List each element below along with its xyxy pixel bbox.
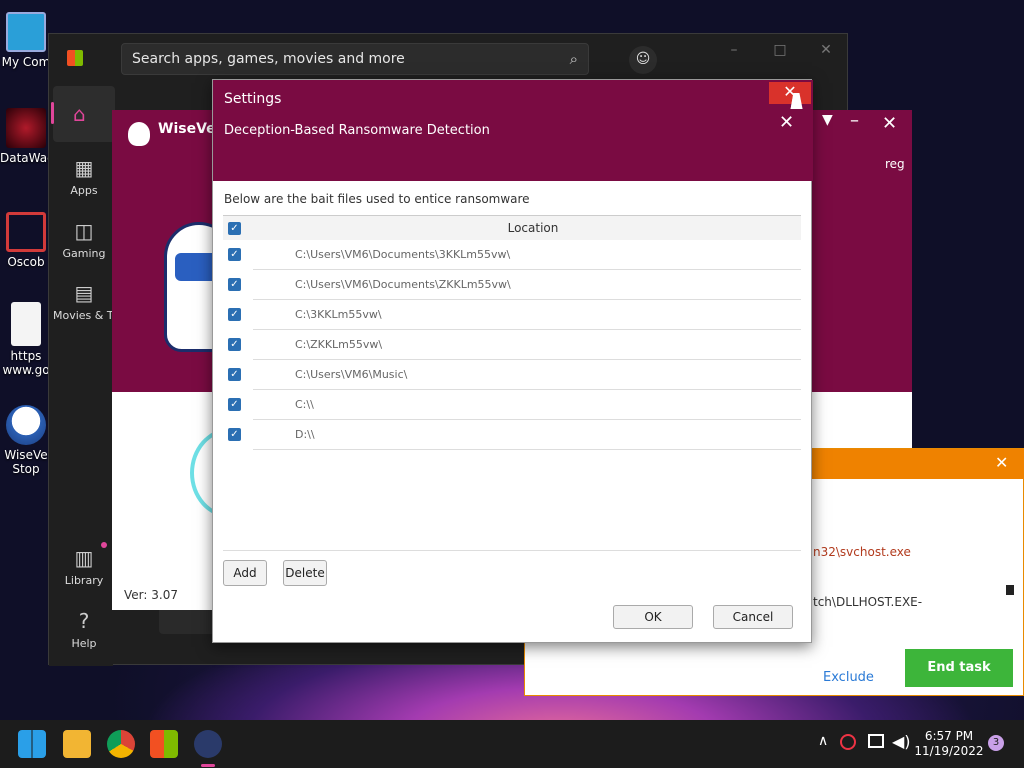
- taskbar: ∧ ◀) 6:57 PM 11/19/2022 3: [0, 720, 1024, 768]
- table-row[interactable]: ✓ C:\ZKKLm55vw\: [228, 330, 801, 360]
- tray-wisevector-icon[interactable]: [840, 734, 856, 750]
- table-row[interactable]: ✓ D:\\: [228, 420, 801, 450]
- account-icon[interactable]: ☺: [629, 46, 657, 74]
- desktop-icon-wisevector[interactable]: WiseVe Stop: [0, 405, 52, 476]
- row-checkbox[interactable]: ✓: [228, 398, 241, 411]
- table-row[interactable]: ✓ C:\Users\VM6\Music\: [228, 360, 801, 390]
- exclude-link[interactable]: Exclude: [823, 670, 874, 685]
- library-icon: ▥: [74, 546, 94, 570]
- maximize-icon[interactable]: □: [765, 42, 795, 62]
- location-column-header: Location: [507, 221, 559, 235]
- desktop-icon-web-shortcut[interactable]: https www.go: [0, 302, 52, 377]
- windows-start-icon[interactable]: [18, 730, 46, 758]
- taskbar-clock[interactable]: 6:57 PM 11/19/2022: [914, 729, 984, 759]
- store-taskbar-icon[interactable]: [150, 730, 178, 758]
- table-header: ✓ Location: [223, 215, 801, 240]
- wisevector-taskbar-icon[interactable]: [194, 730, 222, 758]
- notification-badge[interactable]: 3: [988, 735, 1004, 751]
- file-explorer-icon[interactable]: [63, 730, 91, 758]
- desktop-icon-oscob[interactable]: Oscob: [0, 212, 52, 269]
- search-icon: ⌕: [569, 50, 578, 68]
- alert-close-icon[interactable]: ✕: [995, 453, 1008, 472]
- wisevector-logo-icon: [128, 122, 150, 146]
- bait-files-table: ✓ Location ✓ C:\Users\VM6\Documents\3KKL…: [223, 215, 801, 450]
- settings-header: Settings Deception-Based Ransomware Dete…: [213, 80, 813, 181]
- search-input[interactable]: Search apps, games, movies and more ⌕: [121, 43, 589, 75]
- settings-subtitle: Deception-Based Ransomware Detection: [224, 123, 490, 138]
- nav-active-indicator: [51, 102, 54, 124]
- row-checkbox[interactable]: ✓: [228, 308, 241, 321]
- nav-help[interactable]: ? Help: [53, 609, 115, 650]
- nav-movies-tv[interactable]: ▤ Movies & TV: [53, 281, 121, 322]
- desktop-icon-datawag[interactable]: DataWag: [0, 108, 55, 165]
- wisevector-icon: [6, 405, 46, 445]
- monitor-icon: [6, 12, 46, 52]
- row-checkbox[interactable]: ✓: [228, 338, 241, 351]
- table-row[interactable]: ✓ C:\Users\VM6\Documents\3KKLm55vw\: [228, 240, 801, 270]
- alert-scroll-handle[interactable]: [1006, 585, 1014, 595]
- settings-inner-close-icon[interactable]: ✕: [779, 112, 794, 133]
- store-logo-icon: [67, 50, 83, 66]
- close-icon[interactable]: ✕: [811, 42, 841, 62]
- network-icon[interactable]: [868, 734, 884, 748]
- home-icon: ⌂: [73, 102, 86, 126]
- datawag-icon: [6, 108, 46, 148]
- help-icon: ?: [78, 609, 90, 633]
- wv-version: Ver: 3.07: [124, 588, 178, 602]
- row-checkbox[interactable]: ✓: [228, 368, 241, 381]
- volume-icon[interactable]: ◀): [892, 732, 911, 751]
- table-row[interactable]: ✓ C:\3KKLm55vw\: [228, 300, 801, 330]
- row-checkbox[interactable]: ✓: [228, 278, 241, 291]
- alert-process-path-1: n32\svchost.exe: [813, 545, 911, 559]
- alert-process-path-2: tch\DLLHOST.EXE-: [813, 595, 923, 609]
- table-bottom-divider: [223, 550, 801, 551]
- bait-files-description: Below are the bait files used to entice …: [224, 192, 530, 206]
- ok-button[interactable]: OK: [613, 605, 693, 629]
- delete-button[interactable]: Delete: [283, 560, 327, 586]
- apps-icon: ▦: [74, 156, 94, 180]
- settings-dialog: Settings Deception-Based Ransomware Dete…: [212, 79, 813, 643]
- shortcut-file-icon: [11, 302, 41, 346]
- clapperboard-icon: ▤: [74, 281, 94, 305]
- active-app-indicator: [201, 764, 215, 767]
- nav-apps[interactable]: ▦ Apps: [53, 156, 115, 197]
- wv-close-icon[interactable]: ✕: [882, 113, 897, 134]
- row-checkbox[interactable]: ✓: [228, 248, 241, 261]
- oscob-icon: [6, 212, 46, 252]
- wv-minimize-icon[interactable]: –: [850, 110, 859, 131]
- nav-home-highlight[interactable]: ⌂: [51, 86, 115, 142]
- tray-chevron-icon[interactable]: ∧: [818, 733, 828, 749]
- nav-library[interactable]: ▥ Library: [53, 542, 115, 587]
- table-row[interactable]: ✓ C:\\: [228, 390, 801, 420]
- wisevector-side-text: reg: [885, 157, 905, 171]
- add-button[interactable]: Add: [223, 560, 267, 586]
- library-badge-dot: [101, 542, 107, 548]
- row-checkbox[interactable]: ✓: [228, 428, 241, 441]
- table-row[interactable]: ✓ C:\Users\VM6\Documents\ZKKLm55vw\: [228, 270, 801, 300]
- gamepad-icon: ◫: [74, 219, 94, 243]
- settings-title: Settings: [224, 91, 282, 107]
- store-sidebar: ⌂ ▦ Apps ◫ Gaming ▤ Movies & TV ▥ Librar…: [49, 81, 121, 666]
- nav-gaming[interactable]: ◫ Gaming: [53, 219, 115, 260]
- desktop-icon-my-computer[interactable]: My Com: [0, 12, 52, 69]
- minimize-icon[interactable]: –: [719, 42, 749, 62]
- cancel-button[interactable]: Cancel: [713, 605, 793, 629]
- wv-menu-icon[interactable]: ▼: [822, 112, 833, 128]
- end-task-button[interactable]: End task: [905, 649, 1013, 687]
- chrome-icon[interactable]: [107, 730, 135, 758]
